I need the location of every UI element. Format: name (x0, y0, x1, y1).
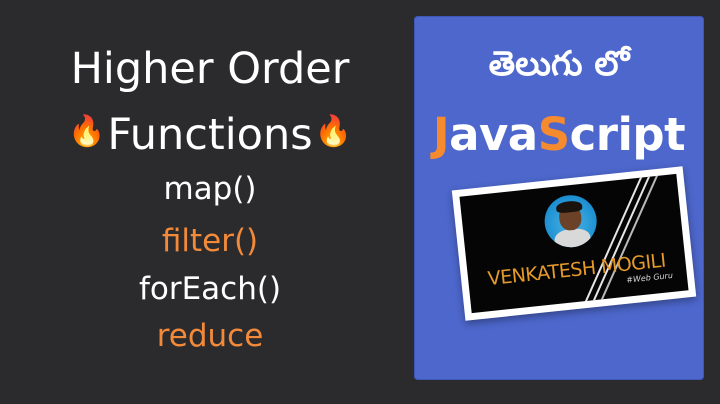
profile-photo-frame: VENKATESH MOGILI #Web Guru (451, 166, 697, 321)
avatar-body (553, 227, 592, 250)
fire-icon-left: 🔥 (67, 114, 106, 149)
function-map: map() (163, 171, 257, 207)
decorative-stripe (581, 173, 657, 314)
js-letter-j: J (432, 108, 450, 161)
title-functions: Functions (107, 110, 313, 160)
fire-icon-right: 🔥 (314, 114, 353, 149)
title-line-2: 🔥Functions🔥 (0, 110, 420, 160)
function-foreach: forEach() (138, 271, 282, 307)
javascript-heading: JavaScript (414, 108, 704, 161)
function-filter: filter() (161, 223, 259, 259)
js-letter-s: S (537, 108, 570, 161)
function-reduce: reduce (156, 318, 264, 354)
decorative-stripe (589, 173, 665, 314)
avatar (542, 192, 600, 250)
telugu-heading: తెలుగు లో (488, 44, 630, 84)
title-line-1: Higher Order (70, 44, 350, 94)
js-text-ava: ava (449, 108, 538, 161)
js-text-cript: cript (569, 108, 686, 161)
left-panel: Higher Order 🔥Functions🔥 map() filter() … (0, 0, 420, 404)
thumbnail-card: తెలుగు లో JavaScript VENKATESH MOGILI #W… (414, 16, 704, 380)
author-name: VENKATESH MOGILI (486, 249, 667, 291)
profile-photo: VENKATESH MOGILI #Web Guru (459, 173, 689, 314)
